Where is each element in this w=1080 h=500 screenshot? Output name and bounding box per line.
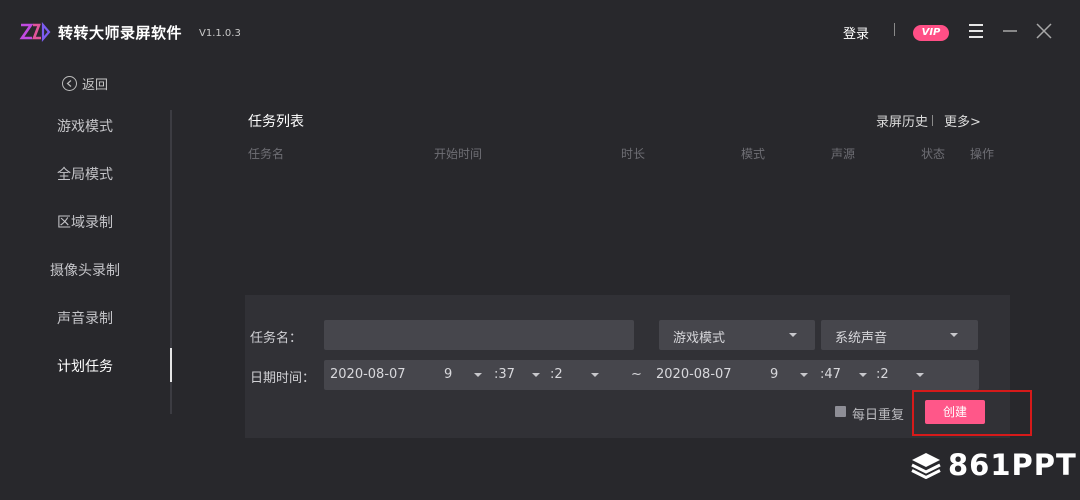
- watermark: 861PPT: [910, 448, 1077, 482]
- chevron-down-icon[interactable]: [800, 373, 808, 377]
- end-second-select[interactable]: :2: [876, 367, 889, 382]
- column-header-start-time: 开始时间: [434, 147, 483, 161]
- watermark-text: 861PPT: [948, 448, 1077, 482]
- chevron-down-icon[interactable]: [474, 373, 482, 377]
- minimize-icon[interactable]: [999, 20, 1021, 42]
- range-separator: ~: [631, 367, 642, 382]
- menu-icon[interactable]: [965, 20, 987, 42]
- chevron-down-icon[interactable]: [916, 373, 924, 377]
- end-minute-select[interactable]: :47: [820, 367, 841, 382]
- app-title: 转转大师录屏软件: [58, 24, 183, 42]
- datetime-label: 日期时间：: [250, 371, 316, 386]
- highlight-annotation-box: [912, 390, 1032, 436]
- task-name-label: 任务名：: [250, 331, 303, 346]
- column-header-duration: 时长: [621, 147, 646, 161]
- column-header-mode: 模式: [741, 147, 766, 161]
- mode-select-value: 游戏模式: [673, 331, 726, 346]
- sidebar-item-camera-record[interactable]: 摄像头录制: [0, 260, 170, 280]
- start-hour-select[interactable]: 9: [444, 367, 452, 382]
- sidebar-item-global-mode[interactable]: 全局模式: [0, 164, 170, 184]
- divider: [894, 23, 895, 36]
- sidebar-item-audio-record[interactable]: 声音录制: [0, 308, 170, 328]
- column-header-audio-source: 声源: [831, 147, 856, 161]
- chevron-left-icon: [62, 76, 77, 91]
- datetime-range-field: 2020-08-07 9 :37 :2 ~ 2020-08-07 9 :47 :…: [324, 360, 979, 390]
- end-hour-select[interactable]: 9: [770, 367, 778, 382]
- app-logo-icon: [19, 22, 51, 42]
- end-date-input[interactable]: 2020-08-07: [656, 367, 732, 382]
- column-header-action: 操作: [970, 147, 995, 161]
- vip-badge[interactable]: VIP: [913, 25, 949, 41]
- daily-repeat-label[interactable]: 每日重复: [852, 404, 904, 423]
- sidebar-item-scheduled-task[interactable]: 计划任务: [0, 356, 170, 376]
- audio-source-select[interactable]: 系统声音: [821, 320, 978, 350]
- sidebar-item-game-mode[interactable]: 游戏模式: [0, 116, 170, 136]
- chevron-down-icon[interactable]: [859, 373, 867, 377]
- column-header-status: 状态: [921, 147, 946, 161]
- daily-repeat-checkbox[interactable]: [835, 406, 846, 417]
- close-icon[interactable]: [1033, 20, 1055, 42]
- chevron-down-icon: [789, 333, 797, 337]
- back-label: 返回: [82, 78, 109, 93]
- mode-select[interactable]: 游戏模式: [659, 320, 815, 350]
- divider: [932, 115, 933, 126]
- more-link[interactable]: 更多>: [944, 111, 981, 130]
- task-list-title: 任务列表: [248, 114, 304, 130]
- start-date-input[interactable]: 2020-08-07: [330, 367, 406, 382]
- start-minute-select[interactable]: :37: [494, 367, 515, 382]
- chevron-down-icon: [950, 333, 958, 337]
- record-history-link[interactable]: 录屏历史: [876, 111, 928, 130]
- chevron-down-icon[interactable]: [591, 373, 599, 377]
- back-button[interactable]: 返回: [62, 74, 108, 93]
- task-name-input[interactable]: [324, 320, 634, 350]
- column-header-task-name: 任务名: [248, 147, 285, 161]
- start-second-select[interactable]: :2: [550, 367, 563, 382]
- chevron-down-icon[interactable]: [532, 373, 540, 377]
- layers-icon: [911, 453, 941, 479]
- app-version: V1.1.0.3: [199, 28, 241, 39]
- login-link[interactable]: 登录: [843, 23, 869, 42]
- audio-source-select-value: 系统声音: [835, 331, 888, 346]
- sidebar-item-region-record[interactable]: 区域录制: [0, 212, 170, 232]
- sidebar-active-indicator: [170, 348, 172, 382]
